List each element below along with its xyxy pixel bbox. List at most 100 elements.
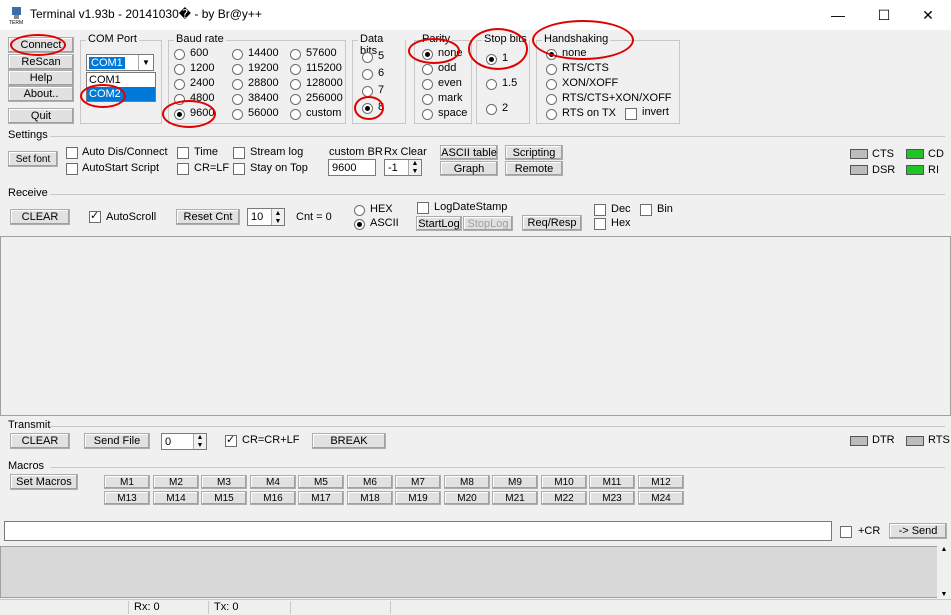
spin-down-icon[interactable]: ▼ xyxy=(275,218,282,225)
spin-up-icon[interactable]: ▲ xyxy=(197,434,204,441)
dec-checkbox[interactable] xyxy=(594,204,606,216)
quit-button[interactable]: Quit xyxy=(8,108,74,124)
graph-button[interactable]: Graph xyxy=(440,161,498,176)
autoscroll-checkbox[interactable] xyxy=(89,209,101,223)
macro-button-m23[interactable]: M23 xyxy=(589,491,635,505)
baud-1200-radio[interactable] xyxy=(174,64,185,75)
start-log-button[interactable]: StartLog xyxy=(416,216,462,231)
spin-up-icon[interactable]: ▲ xyxy=(275,210,282,217)
baud-14400-radio[interactable] xyxy=(232,49,243,60)
baud-256000-radio[interactable] xyxy=(290,94,301,105)
plus-cr-checkbox[interactable] xyxy=(840,526,852,538)
reset-cnt-button[interactable]: Reset Cnt xyxy=(176,209,240,225)
com-port-select[interactable]: COM1 ▼ xyxy=(86,54,154,71)
ascii-radio[interactable] xyxy=(354,219,365,230)
baud-115200-radio[interactable] xyxy=(290,64,301,75)
data-bits-5-radio[interactable] xyxy=(362,52,373,63)
send-input[interactable] xyxy=(4,521,832,541)
send-button[interactable]: -> Send xyxy=(889,523,947,539)
transmit-text-area[interactable] xyxy=(0,546,951,598)
baud-2400-radio[interactable] xyxy=(174,79,185,90)
stop-log-button[interactable]: StopLog xyxy=(463,216,513,231)
cr-lf-checkbox[interactable] xyxy=(177,163,189,175)
macro-button-m19[interactable]: M19 xyxy=(395,491,441,505)
help-button[interactable]: Help xyxy=(8,70,74,86)
data-bits-6-radio[interactable] xyxy=(362,69,373,80)
handshaking-xon-xoff-radio[interactable] xyxy=(546,79,557,90)
baud-19200-radio[interactable] xyxy=(232,64,243,75)
macro-button-m5[interactable]: M5 xyxy=(298,475,344,489)
macro-button-m14[interactable]: M14 xyxy=(153,491,199,505)
stop-bits-2-radio[interactable] xyxy=(486,104,497,115)
macro-button-m8[interactable]: M8 xyxy=(444,475,490,489)
stay-on-top-checkbox[interactable] xyxy=(233,163,245,175)
autostart-script-checkbox[interactable] xyxy=(66,163,78,175)
minimize-button[interactable]: — xyxy=(815,0,861,30)
send-file-button[interactable]: Send File xyxy=(84,433,150,449)
invert-checkbox[interactable] xyxy=(625,108,637,120)
parity-odd-radio[interactable] xyxy=(422,64,433,75)
macro-button-m4[interactable]: M4 xyxy=(250,475,296,489)
set-macros-button[interactable]: Set Macros xyxy=(10,474,78,490)
spin-up-icon[interactable]: ▲ xyxy=(412,160,419,167)
baud-38400-radio[interactable] xyxy=(232,94,243,105)
chevron-down-icon[interactable]: ▼ xyxy=(138,55,153,70)
scroll-up-icon[interactable]: ▲ xyxy=(941,546,948,553)
parity-even-radio[interactable] xyxy=(422,79,433,90)
macro-button-m11[interactable]: M11 xyxy=(589,475,635,489)
macro-button-m2[interactable]: M2 xyxy=(153,475,199,489)
about-button[interactable]: About.. xyxy=(8,86,74,102)
macro-button-m7[interactable]: M7 xyxy=(395,475,441,489)
remote-button[interactable]: Remote xyxy=(505,161,563,176)
macro-button-m21[interactable]: M21 xyxy=(492,491,538,505)
macro-button-m9[interactable]: M9 xyxy=(492,475,538,489)
spin-down-icon[interactable]: ▼ xyxy=(412,168,419,175)
baud-600-radio[interactable] xyxy=(174,49,185,60)
baud-28800-radio[interactable] xyxy=(232,79,243,90)
cr-crlf-checkbox[interactable] xyxy=(225,433,237,447)
transmit-scrollbar[interactable]: ▲ ▼ xyxy=(937,546,951,598)
scroll-down-icon[interactable]: ▼ xyxy=(941,591,948,598)
macro-button-m12[interactable]: M12 xyxy=(638,475,684,489)
macro-button-m15[interactable]: M15 xyxy=(201,491,247,505)
transmit-spinner[interactable]: ▲ ▼ xyxy=(193,434,206,449)
close-button[interactable]: ✕ xyxy=(905,0,951,30)
rx-clear-spinner[interactable]: ▲ ▼ xyxy=(408,160,421,175)
break-button[interactable]: BREAK xyxy=(312,433,386,449)
spin-down-icon[interactable]: ▼ xyxy=(197,442,204,449)
baud-128000-radio[interactable] xyxy=(290,79,301,90)
auto-dis-connect-checkbox[interactable] xyxy=(66,147,78,159)
macro-button-m10[interactable]: M10 xyxy=(541,475,587,489)
maximize-button[interactable]: ☐ xyxy=(861,0,907,30)
custom-br-input[interactable]: 9600 xyxy=(328,159,376,176)
hex-checkbox[interactable] xyxy=(594,218,606,230)
req-resp-button[interactable]: Req/Resp xyxy=(522,215,582,231)
rescan-button[interactable]: ReScan xyxy=(8,54,74,70)
time-checkbox[interactable] xyxy=(177,147,189,159)
parity-space-radio[interactable] xyxy=(422,109,433,120)
macro-button-m20[interactable]: M20 xyxy=(444,491,490,505)
stream-log-checkbox[interactable] xyxy=(233,147,245,159)
scripting-button[interactable]: Scripting xyxy=(505,145,563,160)
transmit-clear-button[interactable]: CLEAR xyxy=(10,433,70,449)
macro-button-m3[interactable]: M3 xyxy=(201,475,247,489)
macro-button-m16[interactable]: M16 xyxy=(250,491,296,505)
macro-button-m24[interactable]: M24 xyxy=(638,491,684,505)
log-date-stamp-checkbox[interactable] xyxy=(417,202,429,214)
parity-mark-radio[interactable] xyxy=(422,94,433,105)
handshaking-rts-on-tx-radio[interactable] xyxy=(546,109,557,120)
macro-button-m1[interactable]: M1 xyxy=(104,475,150,489)
receive-text-area[interactable] xyxy=(0,236,951,416)
ascii-table-button[interactable]: ASCII table xyxy=(440,145,498,160)
stop-bits-1-5-radio[interactable] xyxy=(486,79,497,90)
set-font-button[interactable]: Set font xyxy=(8,151,58,167)
handshaking-rts-cts-radio[interactable] xyxy=(546,64,557,75)
baud-custom-radio[interactable] xyxy=(290,109,301,120)
hex-radio[interactable] xyxy=(354,205,365,216)
macro-button-m13[interactable]: M13 xyxy=(104,491,150,505)
handshaking-rts-cts-xon-xoff-radio[interactable] xyxy=(546,94,557,105)
baud-56000-radio[interactable] xyxy=(232,109,243,120)
macro-button-m18[interactable]: M18 xyxy=(347,491,393,505)
baud-57600-radio[interactable] xyxy=(290,49,301,60)
receive-clear-button[interactable]: CLEAR xyxy=(10,209,70,225)
